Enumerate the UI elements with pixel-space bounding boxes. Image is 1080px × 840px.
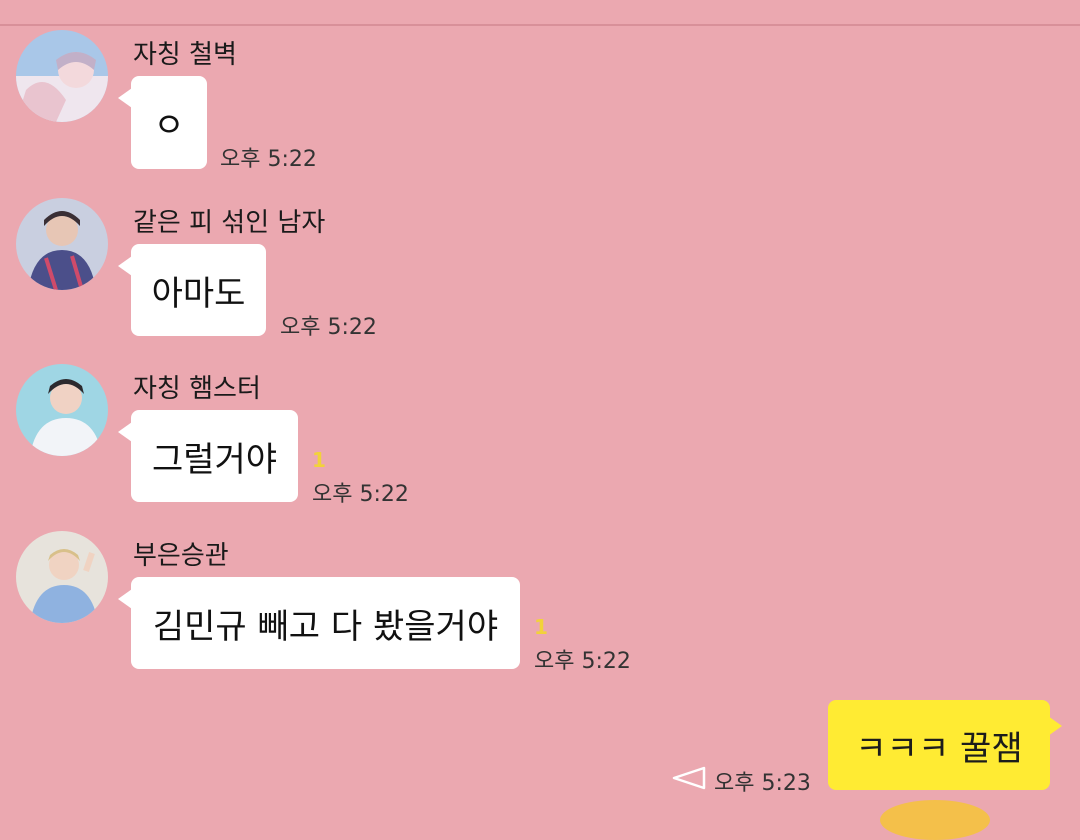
message-time: 오후 5:22 xyxy=(280,315,377,340)
message-time: 오후 5:22 xyxy=(534,649,631,674)
message-time: 오후 5:22 xyxy=(312,482,409,507)
avatar-2[interactable] xyxy=(16,198,108,290)
bubble-tail xyxy=(118,256,132,276)
unread-count: 1 xyxy=(312,448,326,472)
chat-header-edge xyxy=(0,0,1080,26)
bubble-tail xyxy=(118,422,132,442)
bubble-tail xyxy=(118,589,132,609)
avatar-4[interactable] xyxy=(16,531,108,623)
sender-name: 부은승관 xyxy=(133,541,229,571)
message-bubble[interactable]: ㅇ xyxy=(131,76,207,169)
sender-name: 같은 피 섞인 남자 xyxy=(133,208,326,238)
my-message-bubble[interactable]: ㅋㅋㅋ 꿀잼 xyxy=(828,700,1050,790)
avatar-1[interactable] xyxy=(16,30,108,122)
message-bubble[interactable]: 김민규 빼고 다 봤을거야 xyxy=(131,577,520,669)
partial-emoticon xyxy=(880,800,990,840)
message-time: 오후 5:22 xyxy=(220,147,317,172)
my-message-time: 오후 5:23 xyxy=(714,771,811,796)
send-status-icon xyxy=(672,766,706,790)
sender-name: 자칭 햄스터 xyxy=(133,374,261,404)
bubble-tail xyxy=(118,88,132,108)
message-bubble[interactable]: 그럴거야 xyxy=(131,410,298,502)
message-bubble[interactable]: 아마도 xyxy=(131,244,266,336)
my-bubble-tail xyxy=(1048,716,1062,736)
unread-count: 1 xyxy=(534,615,548,639)
sender-name: 자칭 철벽 xyxy=(133,40,237,70)
avatar-3[interactable] xyxy=(16,364,108,456)
